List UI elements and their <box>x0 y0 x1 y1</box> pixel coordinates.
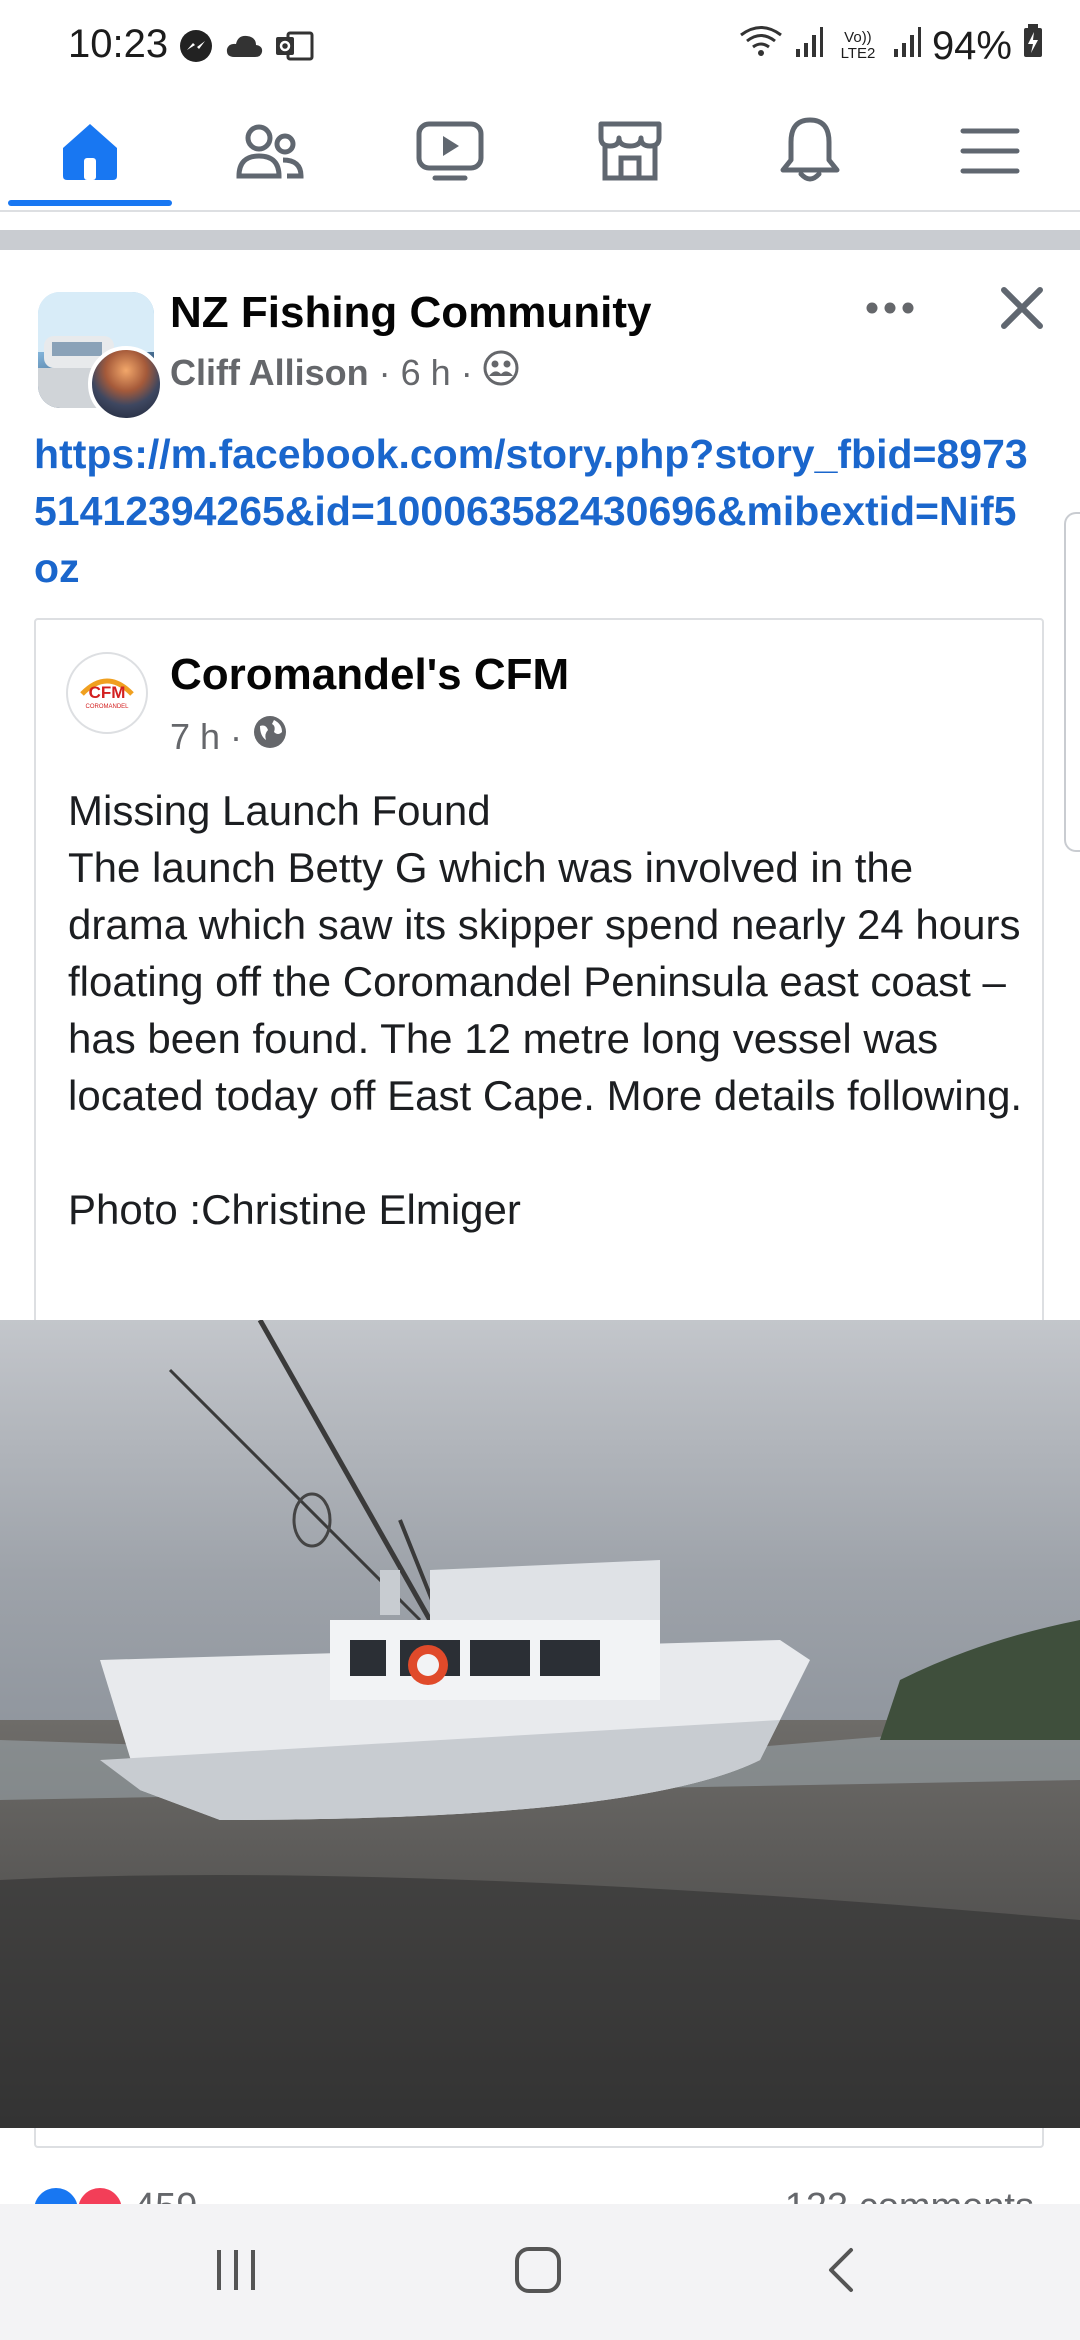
status-bar: 10:23 Vo)) LTE2 94% <box>0 0 1080 96</box>
shared-post-time[interactable]: 7 h <box>170 716 220 758</box>
more-options-button[interactable] <box>860 280 920 340</box>
messenger-icon <box>178 28 214 69</box>
group-icon <box>483 350 519 395</box>
ellipsis-icon <box>865 301 915 320</box>
back-chevron-icon <box>825 2246 855 2299</box>
home-icon <box>57 118 123 189</box>
recents-button[interactable] <box>136 2204 336 2340</box>
home-square-icon <box>514 2246 562 2299</box>
tab-home[interactable] <box>0 96 180 210</box>
back-button[interactable] <box>740 2204 940 2340</box>
post-link[interactable]: https://m.facebook.com/story.php?story_f… <box>34 426 1034 597</box>
page-avatar[interactable]: CFM COROMANDEL <box>66 652 148 734</box>
bell-icon <box>777 116 843 191</box>
home-button[interactable] <box>438 2204 638 2340</box>
recents-icon <box>213 2248 259 2297</box>
status-icons-left <box>178 28 314 69</box>
page-name[interactable]: Coromandel's CFM <box>170 650 569 700</box>
network-label: Vo)) LTE2 <box>840 29 876 62</box>
shared-post-meta: 7 h · <box>170 714 288 759</box>
author-avatar[interactable] <box>88 346 164 422</box>
cloud-icon <box>224 31 264 66</box>
video-icon <box>415 120 485 187</box>
outlook-icon <box>274 29 314 68</box>
author-name[interactable]: Cliff Allison <box>170 352 369 394</box>
status-right: Vo)) LTE2 94% <box>738 22 1044 70</box>
top-nav <box>0 96 1080 212</box>
post-photo[interactable] <box>0 1320 1080 2128</box>
tab-marketplace[interactable] <box>540 96 720 210</box>
signal-icon <box>794 24 824 69</box>
tab-watch[interactable] <box>360 96 540 210</box>
meta-separator: · <box>378 351 391 393</box>
signal-icon-2 <box>892 24 922 69</box>
close-icon <box>1000 286 1044 335</box>
post-meta: Cliff Allison · 6 h · <box>170 350 519 395</box>
shared-meta-separator: · <box>230 715 243 757</box>
battery-charging-icon <box>1022 23 1044 69</box>
shared-post-text: Missing Launch Found The launch Betty G … <box>68 787 1023 1233</box>
tab-menu[interactable] <box>900 96 1080 210</box>
tab-friends[interactable] <box>180 96 360 210</box>
status-time: 10:23 <box>68 22 169 66</box>
hide-post-button[interactable] <box>992 280 1052 340</box>
cfm-logo-subtext: COROMANDEL <box>85 704 129 710</box>
feed-separator <box>0 230 1080 250</box>
active-tab-indicator <box>8 200 172 206</box>
post-time[interactable]: 6 h <box>401 352 451 394</box>
wifi-icon <box>738 22 784 70</box>
group-name[interactable]: NZ Fishing Community <box>170 288 652 338</box>
cfm-logo-text: CFM <box>89 683 126 702</box>
store-icon <box>595 118 665 189</box>
battery-percent: 94% <box>931 23 1012 68</box>
hamburger-icon <box>959 125 1021 182</box>
meta-separator-2: · <box>460 351 473 393</box>
tab-notifications[interactable] <box>720 96 900 210</box>
system-nav-bar <box>0 2204 1080 2340</box>
globe-icon <box>252 714 288 759</box>
friends-icon <box>235 120 305 187</box>
scroll-handle[interactable] <box>1064 512 1080 852</box>
